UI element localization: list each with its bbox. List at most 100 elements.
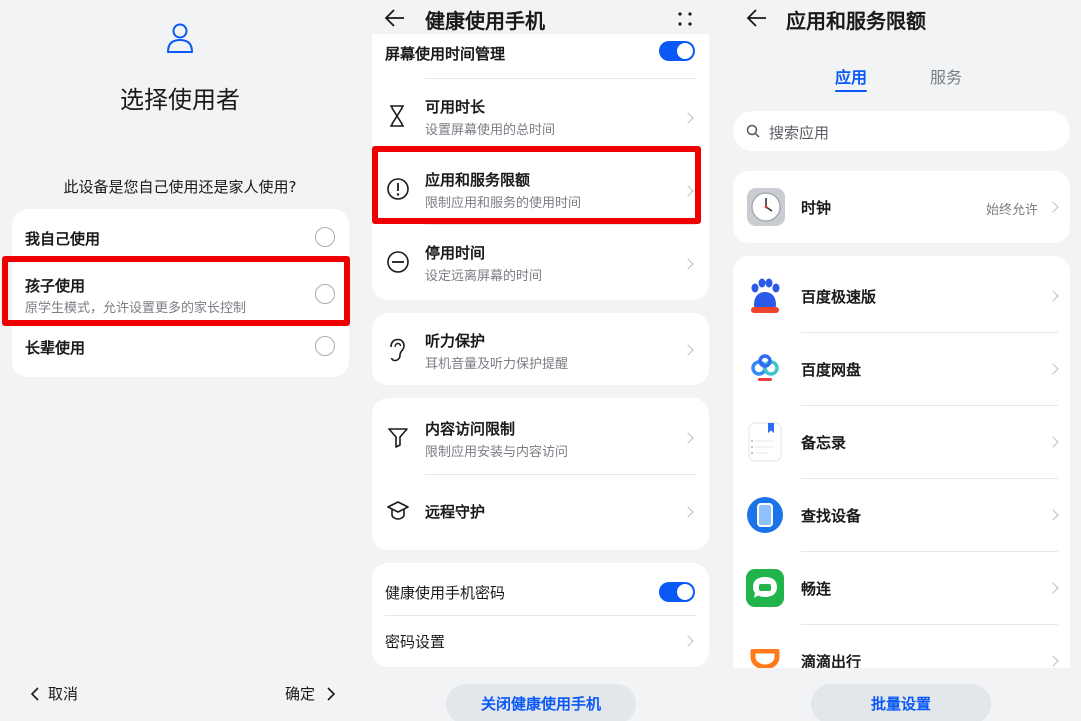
password-toggle-label: 健康使用手机密码 — [385, 584, 506, 602]
content-restriction-row[interactable]: 内容访问限制 限制应用安装与内容访问 — [372, 398, 709, 474]
clock-app-name: 时钟 — [801, 199, 832, 217]
clock-app-row[interactable]: 时钟 始终允许 — [733, 171, 1070, 243]
chevron-right-icon — [327, 687, 336, 701]
question-text: 此设备是您自己使用还是家人使用? — [63, 178, 297, 196]
meetime-app-icon — [746, 569, 784, 607]
remote-guard-title: 远程守护 — [425, 503, 486, 521]
cancel-label: 取消 — [48, 685, 79, 703]
app-row[interactable]: 滴滴出行 — [733, 625, 1070, 668]
option-elder[interactable]: 长辈使用 — [12, 323, 349, 377]
back-arrow-icon[interactable] — [746, 8, 768, 28]
content-restriction-desc: 限制应用安装与内容访问 — [425, 445, 569, 460]
password-toggle[interactable] — [659, 582, 695, 602]
password-card: 健康使用手机密码 密码设置 — [372, 563, 709, 667]
app-limits-screen: 应用和服务限额 应用 服务 搜索应用 时钟 始终允许 百度极速版 百度网盘 备忘… — [721, 0, 1081, 721]
chevron-right-icon — [1047, 582, 1059, 594]
usage-duration-row[interactable]: 可用时长 设置屏幕使用的总时间 — [372, 79, 709, 151]
hourglass-icon — [390, 105, 404, 127]
content-restriction-title: 内容访问限制 — [425, 420, 516, 438]
confirm-label: 确定 — [285, 685, 316, 703]
notes-app-icon — [748, 422, 782, 462]
page-title: 应用和服务限额 — [786, 9, 926, 33]
page-title: 选择使用者 — [120, 86, 240, 114]
batch-settings-button[interactable]: 批量设置 — [811, 684, 991, 721]
chevron-right-icon — [1047, 290, 1059, 302]
app-row[interactable]: 百度网盘 — [733, 333, 1070, 405]
hearing-row[interactable]: 听力保护 耳机音量及听力保护提醒 — [372, 313, 709, 385]
ear-icon — [390, 338, 405, 362]
chevron-right-icon — [682, 432, 694, 444]
minus-circle-icon — [387, 251, 409, 273]
clock-app-icon — [747, 188, 785, 226]
option-self-radio[interactable] — [315, 227, 335, 247]
password-settings-row[interactable]: 密码设置 — [372, 616, 709, 667]
tab-apps-label: 应用 — [834, 68, 867, 87]
hearing-title: 听力保护 — [425, 332, 486, 350]
chevron-right-icon — [1047, 509, 1059, 521]
chevron-right-icon — [682, 344, 694, 356]
page-title: 健康使用手机 — [425, 9, 545, 33]
tab-services-label: 服务 — [929, 68, 962, 87]
highlight-box — [372, 146, 701, 224]
confirm-button[interactable]: 确定 — [280, 683, 350, 705]
baidu-lite-app-icon — [746, 277, 784, 315]
chevron-right-icon — [1047, 436, 1059, 448]
option-elder-radio[interactable] — [315, 336, 335, 356]
tab-apps[interactable]: 应用 — [826, 64, 876, 94]
option-elder-label: 长辈使用 — [25, 339, 86, 357]
app-name: 百度网盘 — [801, 361, 862, 379]
filter-icon — [388, 428, 408, 448]
screen-time-row[interactable]: 屏幕使用时间管理 — [372, 34, 709, 78]
usage-duration-desc: 设置屏幕使用的总时间 — [425, 123, 556, 138]
app-row[interactable]: 备忘录 — [733, 406, 1070, 478]
app-row[interactable]: 百度极速版 — [733, 260, 1070, 332]
find-device-app-icon — [747, 497, 783, 533]
chevron-right-icon — [682, 506, 694, 518]
tab-services[interactable]: 服务 — [921, 64, 971, 94]
password-toggle-row[interactable]: 健康使用手机密码 — [372, 563, 709, 615]
shield-hat-icon — [387, 501, 409, 520]
search-icon — [746, 124, 760, 138]
chevron-right-icon — [1047, 363, 1059, 375]
search-input[interactable]: 搜索应用 — [733, 111, 1070, 151]
chevron-right-icon — [682, 635, 694, 647]
app-name: 百度极速版 — [801, 288, 877, 306]
healthy-usage-screen: 健康使用手机 屏幕使用时间管理 可用时长 设置屏幕使用的总时间 应用和服务限额 … — [360, 0, 720, 721]
chevron-right-icon — [682, 258, 694, 270]
app-row[interactable]: 查找设备 — [733, 479, 1070, 551]
screen-time-label: 屏幕使用时间管理 — [385, 45, 506, 63]
close-healthy-usage-button[interactable]: 关闭健康使用手机 — [446, 684, 636, 721]
app-list-card: 百度极速版 百度网盘 备忘录 查找设备 畅连 滴滴出行 — [733, 256, 1070, 668]
select-user-screen: 选择使用者 此设备是您自己使用还是家人使用? 我自己使用 孩子使用 原学生模式，… — [0, 0, 360, 721]
downtime-row[interactable]: 停用时间 设定远离屏幕的时间 — [372, 225, 709, 297]
chevron-right-icon — [1047, 201, 1059, 213]
chevron-right-icon — [1047, 655, 1059, 667]
hearing-card: 听力保护 耳机音量及听力保护提醒 — [372, 313, 709, 385]
password-settings-label: 密码设置 — [385, 633, 446, 651]
pinned-app-card: 时钟 始终允许 — [733, 171, 1070, 243]
downtime-title: 停用时间 — [425, 244, 486, 262]
cancel-button[interactable]: 取消 — [28, 683, 108, 705]
tab-indicator — [835, 90, 867, 92]
hearing-desc: 耳机音量及听力保护提醒 — [425, 357, 569, 372]
app-name: 滴滴出行 — [801, 653, 862, 668]
app-name: 畅连 — [801, 580, 832, 598]
downtime-desc: 设定远离屏幕的时间 — [425, 269, 543, 284]
search-placeholder: 搜索应用 — [769, 124, 830, 142]
clock-app-status: 始终允许 — [986, 203, 1039, 218]
app-name: 查找设备 — [801, 507, 862, 525]
user-icon — [167, 23, 193, 53]
app-row[interactable]: 畅连 — [733, 552, 1070, 624]
chevron-left-icon — [30, 687, 39, 701]
app-name: 备忘录 — [801, 434, 847, 452]
didi-app-icon — [750, 649, 780, 668]
baidu-netdisk-app-icon — [751, 354, 779, 381]
screen-time-toggle[interactable] — [659, 41, 695, 61]
more-icon[interactable] — [676, 10, 694, 28]
remote-guard-row[interactable]: 远程守护 — [372, 475, 709, 550]
back-arrow-icon[interactable] — [384, 8, 406, 28]
chevron-right-icon — [682, 112, 694, 124]
option-self-label: 我自己使用 — [25, 230, 101, 248]
usage-duration-title: 可用时长 — [425, 98, 486, 116]
highlight-box — [2, 256, 350, 326]
